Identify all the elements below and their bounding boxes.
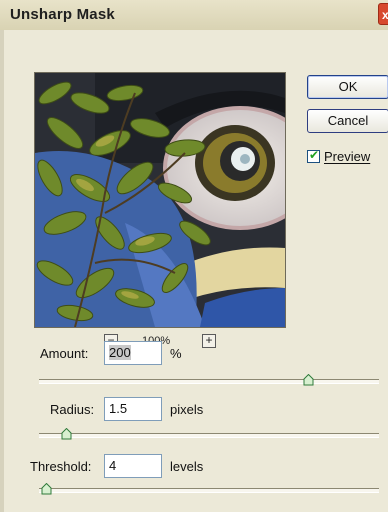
- threshold-label: Threshold:: [30, 459, 92, 474]
- close-button[interactable]: x: [378, 3, 388, 25]
- amount-slider-thumb[interactable]: [303, 374, 314, 386]
- title-bar[interactable]: Unsharp Mask x: [0, 0, 388, 31]
- preview-label: Preview: [324, 149, 371, 164]
- threshold-unit: levels: [170, 459, 204, 474]
- threshold-value: 4: [109, 458, 117, 473]
- zoom-in-button[interactable]: +: [202, 334, 216, 348]
- preview-image[interactable]: [34, 72, 286, 328]
- radius-unit: pixels: [170, 402, 204, 417]
- amount-input[interactable]: 200: [104, 341, 162, 365]
- radius-input[interactable]: 1.5: [104, 397, 162, 421]
- threshold-slider-track[interactable]: [39, 488, 379, 493]
- radius-label: Radius:: [50, 402, 95, 417]
- dialog-body: − 100% + OK Cancel ✔ Preview Amount: 200…: [0, 30, 388, 512]
- cancel-button[interactable]: Cancel: [307, 109, 388, 133]
- dialog-title: Unsharp Mask: [10, 6, 115, 23]
- amount-label: Amount:: [40, 346, 89, 361]
- preview-checkbox[interactable]: ✔: [307, 148, 320, 163]
- radius-slider-track[interactable]: [39, 433, 379, 438]
- amount-slider-track[interactable]: [39, 379, 379, 384]
- checkmark-icon: ✔: [309, 148, 320, 162]
- zoom-in-icon: +: [205, 333, 213, 347]
- close-icon: x: [382, 8, 388, 22]
- amount-value: 200: [109, 345, 131, 360]
- ok-button[interactable]: OK: [307, 75, 388, 99]
- unsharp-mask-dialog: Unsharp Mask x − + OK Cancel ✔ Preview A…: [0, 0, 388, 512]
- amount-unit: %: [170, 346, 182, 361]
- radius-slider-thumb[interactable]: [61, 428, 72, 440]
- threshold-slider-thumb[interactable]: [41, 483, 52, 495]
- threshold-input[interactable]: 4: [104, 454, 162, 478]
- radius-value: 1.5: [109, 401, 128, 416]
- preview-photo: [35, 73, 285, 327]
